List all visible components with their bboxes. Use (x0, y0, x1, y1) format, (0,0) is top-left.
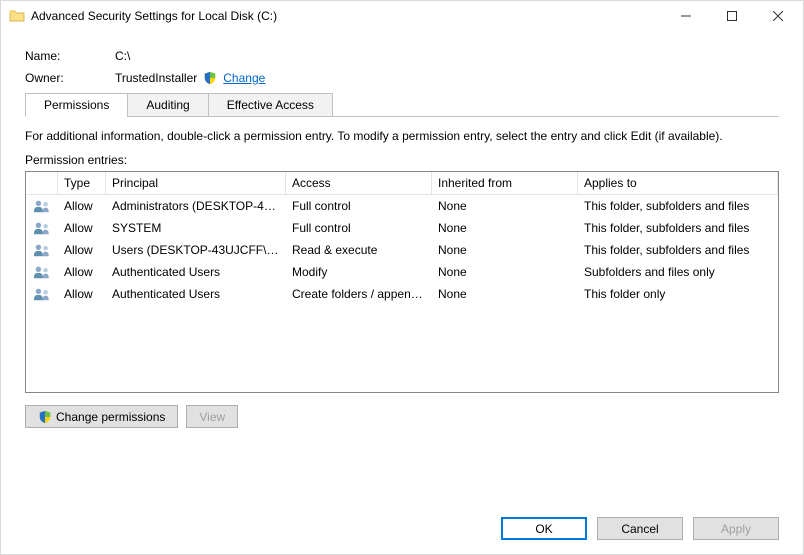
view-button[interactable]: View (186, 405, 238, 428)
window-title: Advanced Security Settings for Local Dis… (31, 9, 663, 23)
table-row[interactable]: AllowUsers (DESKTOP-43UJCFF\Use…Read & e… (26, 239, 778, 261)
entries-label: Permission entries: (25, 153, 779, 167)
window: Advanced Security Settings for Local Dis… (0, 0, 804, 555)
tab-permissions[interactable]: Permissions (25, 93, 128, 117)
cell-inherited: None (432, 285, 578, 303)
cell-inherited: None (432, 197, 578, 215)
cell-principal: Authenticated Users (106, 285, 286, 303)
maximize-button[interactable] (709, 1, 755, 31)
cell-type: Allow (58, 285, 106, 303)
cell-applies: This folder, subfolders and files (578, 241, 778, 259)
column-header-icon[interactable] (26, 172, 58, 195)
permission-list: Type Principal Access Inherited from App… (25, 171, 779, 393)
cell-access: Full control (286, 219, 432, 237)
users-icon (26, 239, 58, 261)
cancel-button[interactable]: Cancel (597, 517, 683, 540)
shield-icon (203, 71, 217, 85)
change-permissions-label: Change permissions (56, 410, 165, 424)
titlebar: Advanced Security Settings for Local Dis… (1, 1, 803, 31)
cell-inherited: None (432, 219, 578, 237)
name-label: Name: (25, 49, 115, 63)
table-row[interactable]: AllowAuthenticated UsersModifyNoneSubfol… (26, 261, 778, 283)
users-icon (26, 283, 58, 305)
folder-icon (9, 8, 25, 24)
name-row: Name: C:\ (25, 49, 779, 63)
cell-applies: This folder, subfolders and files (578, 219, 778, 237)
owner-row: Owner: TrustedInstaller Change (25, 71, 779, 85)
footer-buttons: OK Cancel Apply (501, 517, 779, 540)
cell-type: Allow (58, 197, 106, 215)
change-owner-link[interactable]: Change (223, 71, 265, 85)
cell-principal: Users (DESKTOP-43UJCFF\Use… (106, 241, 286, 259)
cell-access: Modify (286, 263, 432, 281)
column-header-principal[interactable]: Principal (106, 172, 286, 195)
cell-inherited: None (432, 263, 578, 281)
table-row[interactable]: AllowSYSTEMFull controlNoneThis folder, … (26, 217, 778, 239)
cell-type: Allow (58, 263, 106, 281)
cell-inherited: None (432, 241, 578, 259)
tabset: Permissions Auditing Effective Access (25, 93, 779, 117)
window-controls (663, 1, 801, 31)
column-header-applies[interactable]: Applies to (578, 172, 778, 195)
permission-rows: AllowAdministrators (DESKTOP-43U…Full co… (26, 195, 778, 305)
cell-access: Full control (286, 197, 432, 215)
column-header-access[interactable]: Access (286, 172, 432, 195)
close-button[interactable] (755, 1, 801, 31)
cell-applies: This folder only (578, 285, 778, 303)
minimize-button[interactable] (663, 1, 709, 31)
tab-auditing[interactable]: Auditing (127, 93, 208, 117)
cell-type: Allow (58, 219, 106, 237)
cell-access: Create folders / appen… (286, 285, 432, 303)
tab-panel: For additional information, double-click… (25, 117, 779, 428)
column-header-type[interactable]: Type (58, 172, 106, 195)
cell-principal: Administrators (DESKTOP-43U… (106, 197, 286, 215)
cell-access: Read & execute (286, 241, 432, 259)
content-area: Name: C:\ Owner: TrustedInstaller Change… (1, 31, 803, 554)
cell-applies: Subfolders and files only (578, 263, 778, 281)
owner-value: TrustedInstaller (115, 71, 197, 85)
users-icon (26, 261, 58, 283)
table-row[interactable]: AllowAuthenticated UsersCreate folders /… (26, 283, 778, 305)
users-icon (26, 217, 58, 239)
table-row[interactable]: AllowAdministrators (DESKTOP-43U…Full co… (26, 195, 778, 217)
info-text: For additional information, double-click… (25, 129, 779, 143)
lower-buttons: Change permissions View (25, 405, 779, 428)
cell-applies: This folder, subfolders and files (578, 197, 778, 215)
name-value: C:\ (115, 49, 130, 63)
owner-label: Owner: (25, 71, 115, 85)
column-header-row: Type Principal Access Inherited from App… (26, 172, 778, 195)
tab-effective-access[interactable]: Effective Access (208, 93, 333, 117)
ok-button[interactable]: OK (501, 517, 587, 540)
users-icon (26, 195, 58, 217)
cell-type: Allow (58, 241, 106, 259)
cell-principal: SYSTEM (106, 219, 286, 237)
cell-principal: Authenticated Users (106, 263, 286, 281)
shield-icon (38, 410, 52, 424)
column-header-inherited[interactable]: Inherited from (432, 172, 578, 195)
apply-button[interactable]: Apply (693, 517, 779, 540)
change-permissions-button[interactable]: Change permissions (25, 405, 178, 428)
